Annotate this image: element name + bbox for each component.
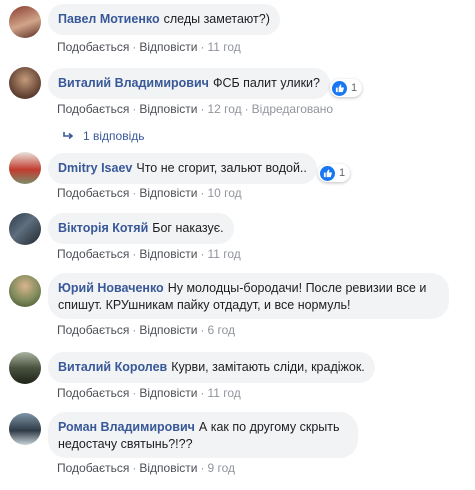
author-name[interactable]: Юрий Новаченко [58, 281, 164, 295]
reply-link[interactable]: Відповісти [139, 40, 197, 54]
author-name[interactable]: Dmitry Isaev [58, 161, 132, 175]
comment-bubble: Вікторія Котяй Бог наказує. [48, 213, 234, 244]
view-replies-link[interactable]: 1 відповідь [62, 129, 145, 143]
avatar[interactable] [9, 152, 41, 184]
like-link[interactable]: Подобається [57, 386, 129, 400]
comment-text: Бог наказує. [152, 221, 224, 235]
timestamp[interactable]: 6 год [207, 323, 235, 337]
comment-actions: Подобається · Відповісти · 6 год [57, 323, 235, 337]
comment-bubble: Dmitry Isaev Что не сгорит, зальют водой.… [48, 153, 317, 184]
edited-label[interactable]: Відредаговано [252, 102, 333, 116]
comment-actions: Подобається · Відповісти · 12 год · Відредагов… [57, 102, 334, 116]
like-link[interactable]: Подобається [57, 40, 129, 54]
avatar[interactable] [9, 275, 41, 307]
like-link[interactable]: Подобається [57, 461, 129, 475]
like-link[interactable]: Подобається [57, 186, 129, 200]
author-name[interactable]: Павел Мотиенко [58, 12, 160, 26]
comment-bubble: Павел Мотиенко следы заметают?) [48, 4, 280, 35]
comment-bubble: Юрий Новаченко Ну молодцы-бородачи! После… [48, 273, 449, 319]
like-icon [320, 165, 335, 181]
timestamp[interactable]: 11 год [207, 40, 240, 54]
comment-actions: Подобається · Відповісти · 11 год [57, 247, 241, 261]
comment-bubble: Виталий Королев Курви, замітають сліди, к… [48, 352, 375, 383]
comment-bubble: Роман Владимирович А как по другому скрыт… [48, 412, 358, 458]
comment-actions: Подобається · Відповісти · 11 год [57, 40, 241, 54]
reply-link[interactable]: Відповісти [139, 102, 197, 116]
reply-link[interactable]: Відповісти [139, 323, 197, 337]
comment-text: ФСБ палит улики? [212, 76, 320, 90]
timestamp[interactable]: 11 год [207, 247, 240, 261]
avatar[interactable] [9, 352, 41, 384]
replies-count-label[interactable]: 1 відповідь [83, 129, 145, 143]
reply-link[interactable]: Відповісти [139, 247, 197, 261]
reaction-count: 1 [351, 82, 358, 94]
comment-bubble: Виталий Владимирович ФСБ палит улики? [48, 68, 330, 99]
like-link[interactable]: Подобається [57, 102, 129, 116]
like-link[interactable]: Подобається [57, 323, 129, 337]
comment-text: Курви, замітають сліди, крадіжок. [171, 360, 365, 374]
comment-actions: Подобається · Відповісти · 10 год [57, 186, 242, 200]
author-name[interactable]: Роман Владимирович [58, 420, 195, 434]
avatar[interactable] [9, 213, 41, 245]
author-name[interactable]: Вікторія Котяй [58, 221, 148, 235]
avatar[interactable] [9, 413, 41, 445]
comment-actions: Подобається · Відповісти · 9 год [57, 461, 235, 475]
comment-text: следы заметают?) [163, 12, 270, 26]
like-icon [332, 80, 347, 96]
author-name[interactable]: Виталий Королев [58, 360, 167, 374]
timestamp[interactable]: 11 год [207, 386, 240, 400]
comment-text: Что не сгорит, зальют водой.. [136, 161, 307, 175]
comment-actions: Подобається · Відповісти · 11 год [57, 386, 241, 400]
avatar[interactable] [9, 67, 41, 99]
author-name[interactable]: Виталий Владимирович [58, 76, 209, 90]
timestamp[interactable]: 9 год [207, 461, 235, 475]
reply-link[interactable]: Відповісти [139, 386, 197, 400]
reaction-badge[interactable]: 1 [318, 164, 351, 182]
avatar[interactable] [9, 6, 41, 38]
reaction-badge[interactable]: 1 [330, 79, 363, 97]
reaction-count: 1 [339, 167, 346, 179]
timestamp[interactable]: 10 год [207, 186, 241, 200]
reply-link[interactable]: Відповісти [139, 461, 197, 475]
reply-link[interactable]: Відповісти [139, 186, 197, 200]
like-link[interactable]: Подобається [57, 247, 129, 261]
timestamp[interactable]: 12 год [207, 102, 241, 116]
reply-arrow-icon [63, 132, 74, 140]
